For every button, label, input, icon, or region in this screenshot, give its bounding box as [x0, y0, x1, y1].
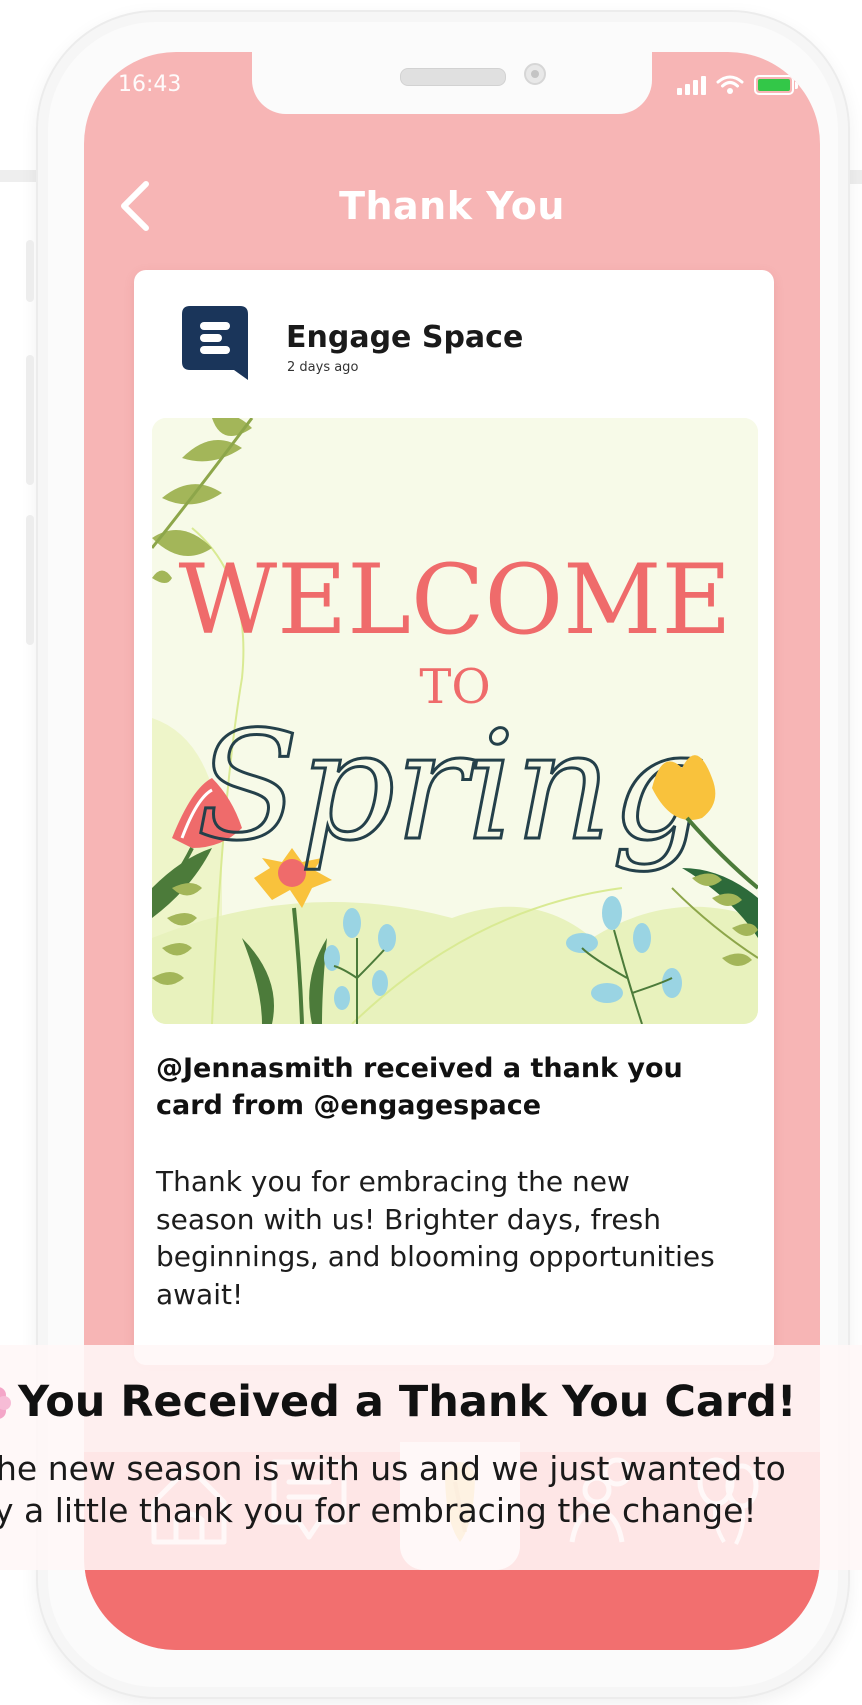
wifi-icon — [716, 75, 744, 94]
speaker-grille — [400, 68, 506, 86]
phone-volume-down — [26, 515, 34, 645]
phone-volume-up — [26, 355, 34, 485]
card-heading: @Jennasmith received a thank you card fr… — [156, 1053, 683, 1121]
phone-notch — [252, 52, 652, 114]
phone-rim-left — [0, 170, 40, 182]
notification-banner[interactable]: You Received a Thank You Card! he new se… — [0, 1345, 862, 1570]
engage-space-logo-icon — [182, 306, 248, 380]
notification-message-line-2: y a little thank you for embracing the c… — [0, 1491, 757, 1530]
svg-text:WELCOME: WELCOME — [178, 544, 731, 656]
svg-text:Spring: Spring — [196, 700, 707, 874]
card-message: Thank you for embracing the new season w… — [156, 1165, 715, 1311]
app-screenshot: 16:43 Thank You Engage Space 2 days ago … — [0, 0, 862, 1705]
notification-title: You Received a Thank You Card! — [18, 1377, 797, 1427]
post-timestamp: 2 days ago — [287, 360, 359, 375]
battery-icon — [754, 75, 798, 95]
welcome-spring-artwork: WELCOME TO Spring — [152, 418, 758, 1024]
top-header: Thank You — [84, 152, 820, 232]
status-time: 16:43 — [118, 72, 182, 97]
phone-mute-switch — [26, 240, 34, 302]
thank-you-card: Engage Space 2 days ago WELCOME TO Sprin… — [134, 270, 774, 1365]
author-name: Engage Space — [286, 320, 524, 355]
cellular-signal-icon — [677, 75, 706, 95]
page-title: Thank You — [339, 184, 565, 228]
front-camera — [524, 63, 546, 85]
notification-message-line-1: he new season is with us and we just wan… — [0, 1449, 786, 1488]
flower-emoji-icon — [0, 1387, 11, 1419]
status-icons — [677, 74, 798, 96]
